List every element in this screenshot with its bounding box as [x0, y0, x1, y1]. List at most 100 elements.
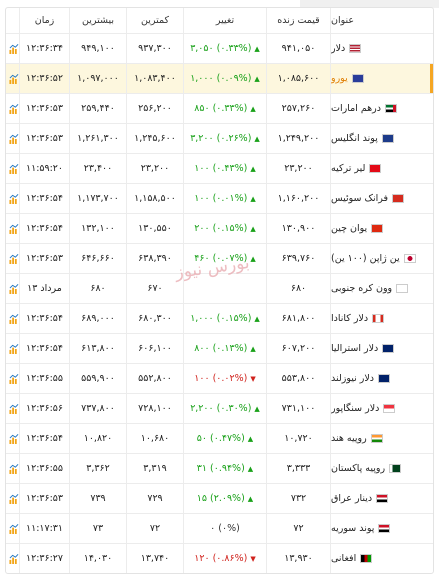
currency-name-cell[interactable]: دلار کانادا [330, 304, 433, 333]
low-cell: ۳,۳۱۹ [126, 454, 183, 483]
chart-icon[interactable] [9, 493, 19, 505]
chart-icon[interactable] [9, 133, 19, 145]
currency-name-cell[interactable]: افغانی [330, 544, 433, 573]
chart-link[interactable] [6, 484, 19, 513]
chart-link[interactable] [6, 454, 19, 483]
table-row[interactable]: درهم امارات ۲۵۷,۲۶۰ ۸۵۰ (۰.۳۳%) ▲ ۲۵۶,۲۰۰… [6, 94, 433, 124]
chart-link[interactable] [6, 154, 19, 183]
table-row[interactable]: دلار ۹۴۱,۰۵۰ ۳,۰۵۰ (۰.۳۳%) ▲ ۹۳۷,۳۰۰ ۹۴۹,… [6, 34, 433, 64]
header-time[interactable]: زمان [19, 8, 69, 33]
currency-name-cell[interactable]: پوند سوریه [330, 514, 433, 543]
currency-name-cell[interactable]: روپیه هند [330, 424, 433, 453]
low-cell: ۹۳۷,۳۰۰ [126, 34, 183, 63]
currency-name[interactable]: دلار کانادا [331, 313, 368, 324]
currency-name[interactable]: یوان چین [331, 223, 367, 234]
currency-name-cell[interactable]: پوند انگلیس [330, 124, 433, 153]
chart-link[interactable] [6, 394, 19, 423]
table-row[interactable]: افغانی ۱۳,۹۳۰ ۱۲۰ (۰.۸۶%) ▼ ۱۳,۷۴۰ ۱۴,۰۳۰… [6, 544, 433, 573]
chart-icon[interactable] [9, 373, 19, 385]
table-row[interactable]: لیر ترکیه ۲۳,۲۰۰ ۱۰۰ (۰.۴۳%) ▲ ۲۳,۲۰۰ ۲۳,… [6, 154, 433, 184]
table-row[interactable]: پوند انگلیس ۱,۲۴۹,۲۰۰ ۳,۲۰۰ (۰.۲۶%) ▲ ۱,۲… [6, 124, 433, 154]
header-low[interactable]: کمترین [126, 8, 183, 33]
currency-name-cell[interactable]: دینار عراق [330, 484, 433, 513]
chart-icon[interactable] [9, 433, 19, 445]
currency-name-cell[interactable]: دلار [330, 34, 433, 63]
chart-link[interactable] [6, 274, 19, 303]
currency-name-cell[interactable]: وون کره جنوبی [330, 274, 433, 303]
table-row[interactable]: دلار سنگاپور ۷۳۱,۱۰۰ ۲,۲۰۰ (۰.۳۰%) ▲ ۷۲۸,… [6, 394, 433, 424]
currency-name-cell[interactable]: یوان چین [330, 214, 433, 243]
currency-name[interactable]: پوند انگلیس [331, 133, 378, 144]
currency-name[interactable]: دلار [331, 43, 345, 54]
chart-icon[interactable] [9, 523, 19, 535]
chart-icon[interactable] [9, 313, 19, 325]
currency-name[interactable]: لیر ترکیه [331, 163, 365, 174]
currency-name-cell[interactable]: دلار سنگاپور [330, 394, 433, 423]
table-row[interactable]: روپیه هند ۱۰,۷۲۰ ۵۰ (۰.۴۷%) ▲ ۱۰,۶۸۰ ۱۰,۸… [6, 424, 433, 454]
currency-name-cell[interactable]: یورو [330, 64, 433, 93]
chart-link[interactable] [6, 514, 19, 543]
chart-link[interactable] [6, 244, 19, 273]
high-cell: ۷۳۷,۸۰۰ [69, 394, 126, 423]
chart-link[interactable] [6, 364, 19, 393]
table-row[interactable]: وون کره جنوبی ۶۸۰ ۶۷۰ ۶۸۰ ۱۳ مرداد [6, 274, 433, 304]
currency-name[interactable]: پوند سوریه [331, 523, 374, 534]
chart-link[interactable] [6, 184, 19, 213]
currency-name-cell[interactable]: دلار استرالیا [330, 334, 433, 363]
header-price[interactable]: قیمت زنده [266, 8, 330, 33]
table-row[interactable]: دینار عراق ۷۳۲ ۱۵ (۲.۰۹%) ▲ ۷۲۹ ۷۳۹ ۱۲:۳۶… [6, 484, 433, 514]
chart-icon[interactable] [9, 403, 19, 415]
chart-icon[interactable] [9, 193, 19, 205]
chart-link[interactable] [6, 304, 19, 333]
chart-icon[interactable] [9, 253, 19, 265]
chart-icon[interactable] [9, 283, 19, 295]
chart-link[interactable] [6, 544, 19, 573]
currency-name[interactable]: درهم امارات [331, 103, 381, 114]
table-row[interactable]: یوان چین ۱۳۰,۹۰۰ ۲۰۰ (۰.۱۵%) ▲ ۱۳۰,۵۵۰ ۱۳… [6, 214, 433, 244]
header-high[interactable]: بیشترین [69, 8, 126, 33]
header-change[interactable]: تغییر [183, 8, 266, 33]
currency-name[interactable]: دلار سنگاپور [331, 403, 379, 414]
currency-name[interactable]: فرانک سوئیس [331, 193, 388, 204]
table-row[interactable]: دلار نیوزلند ۵۵۳,۸۰۰ ۱۰۰ (۰.۰۲%) ▼ ۵۵۲,۸۰… [6, 364, 433, 394]
chart-icon[interactable] [9, 343, 19, 355]
currency-name[interactable]: روپیه پاکستان [331, 463, 385, 474]
table-row[interactable]: ین ژاپن (۱۰۰ ین) ۶۳۹,۷۶۰ ۴۶۰ (۰.۰۷%) ▲ ۶۳… [6, 244, 433, 274]
chart-link[interactable] [6, 214, 19, 243]
chart-link[interactable] [6, 424, 19, 453]
table-row[interactable]: یورو ۱,۰۸۵,۶۰۰ ۱,۰۰۰ (۰.۰۹%) ▲ ۱,۰۸۳,۴۰۰ … [6, 64, 433, 94]
currency-name[interactable]: افغانی [331, 553, 356, 564]
table-row[interactable]: دلار استرالیا ۶۰۷,۲۰۰ ۸۰۰ (۰.۱۳%) ▲ ۶۰۶,۱… [6, 334, 433, 364]
table-row[interactable]: فرانک سوئیس ۱,۱۶۰,۲۰۰ ۱۰۰ (۰.۰۱%) ▲ ۱,۱۵۸… [6, 184, 433, 214]
chart-link[interactable] [6, 64, 19, 93]
chart-link[interactable] [6, 94, 19, 123]
currency-name[interactable]: یورو [331, 73, 348, 84]
chart-icon[interactable] [9, 73, 19, 85]
table-row[interactable]: روپیه پاکستان ۳,۳۳۳ ۳۱ (۰.۹۴%) ▲ ۳,۳۱۹ ۳,… [6, 454, 433, 484]
chart-icon[interactable] [9, 463, 19, 475]
currency-name[interactable]: دینار عراق [331, 493, 372, 504]
chart-link[interactable] [6, 124, 19, 153]
table-row[interactable]: پوند سوریه ۷۲ ۰ (۰%) ۷۲ ۷۳ ۱۱:۱۷:۳۱ [6, 514, 433, 544]
chart-icon[interactable] [9, 163, 19, 175]
chart-link[interactable] [6, 34, 19, 63]
currency-name-cell[interactable]: ین ژاپن (۱۰۰ ین) [330, 244, 433, 273]
chart-icon[interactable] [9, 223, 19, 235]
currency-name[interactable]: ین ژاپن (۱۰۰ ین) [331, 253, 400, 264]
header-name[interactable]: عنوان [330, 8, 433, 33]
currency-name[interactable]: روپیه هند [331, 433, 367, 444]
currency-name-cell[interactable]: دلار نیوزلند [330, 364, 433, 393]
currency-name-cell[interactable]: لیر ترکیه [330, 154, 433, 183]
chart-icon[interactable] [9, 43, 19, 55]
chart-icon[interactable] [9, 553, 19, 565]
chart-icon[interactable] [9, 103, 19, 115]
currency-name[interactable]: وون کره جنوبی [331, 283, 392, 294]
currency-name-cell[interactable]: روپیه پاکستان [330, 454, 433, 483]
change-value: ۳۱ (۰.۹۴%) [196, 463, 245, 474]
currency-name[interactable]: دلار استرالیا [331, 343, 378, 354]
currency-name-cell[interactable]: فرانک سوئیس [330, 184, 433, 213]
chart-link[interactable] [6, 334, 19, 363]
currency-name-cell[interactable]: درهم امارات [330, 94, 433, 123]
currency-name[interactable]: دلار نیوزلند [331, 373, 374, 384]
table-row[interactable]: دلار کانادا ۶۸۱,۸۰۰ ۱,۰۰۰ (۰.۱۵%) ▲ ۶۸۰,۳… [6, 304, 433, 334]
